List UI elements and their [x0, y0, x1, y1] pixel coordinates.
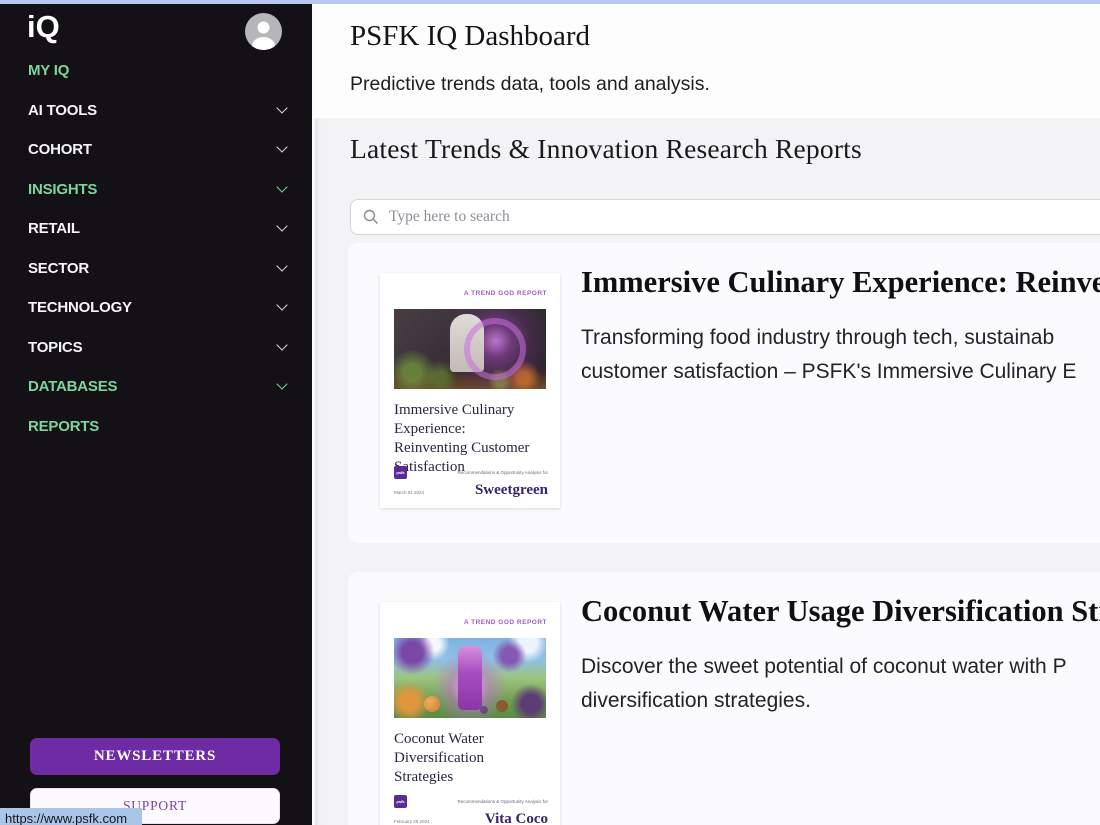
sidebar-item-topics[interactable]: TOPICS [28, 328, 288, 368]
report-cover-thumbnail: A TREND GOD REPORT Coconut Water Diversi… [380, 602, 560, 825]
cover-date: February 29 2024 [394, 819, 430, 824]
cover-kicker: A TREND GOD REPORT [463, 619, 547, 626]
sidebar-item-databases[interactable]: DATABASES [28, 367, 288, 407]
report-description-line: customer satisfaction – PSFK's Immersive… [581, 360, 1077, 383]
sidebar-item-label: REPORTS [28, 417, 100, 435]
sidebar-nav: MY IQ AI TOOLS COHORT INSIGHTS RETAIL SE… [28, 51, 288, 447]
sidebar-item-label: RETAIL [28, 220, 80, 238]
avatar[interactable] [245, 13, 282, 50]
sidebar-item-my-iq[interactable]: MY IQ [28, 51, 286, 91]
sidebar-item-label: DATABASES [28, 378, 118, 396]
sidebar-item-technology[interactable]: TECHNOLOGY [28, 288, 288, 328]
browser-status-url: https://www.psfk.com [0, 808, 142, 825]
chevron-down-icon [276, 378, 288, 390]
sidebar-item-label: INSIGHTS [28, 180, 98, 198]
chevron-down-icon [276, 181, 288, 193]
cover-title: Immersive Culinary Experience: Reinventi… [394, 402, 530, 475]
chevron-down-icon [276, 299, 288, 311]
sidebar-item-label: SECTOR [28, 259, 90, 277]
report-description-line: Transforming food industry through tech,… [581, 326, 1055, 349]
page-header: PSFK IQ Dashboard Predictive trends data… [312, 4, 1100, 118]
cover-brand: Sweetgreen [474, 482, 548, 498]
psfk-logo-mark: psfk [394, 795, 407, 808]
sidebar-item-ai-tools[interactable]: AI TOOLS [28, 91, 288, 131]
report-description-line: Discover the sweet potential of coconut … [581, 655, 1067, 678]
sidebar: iQ MY IQ AI TOOLS COHORT INSIGHTS RETAIL… [0, 4, 312, 825]
cover-brand: Vita Coco [484, 811, 548, 825]
chevron-down-icon [276, 220, 288, 232]
cover-prepared-for: Recommendations & Opportunity Analysis f… [457, 799, 548, 804]
sidebar-item-sector[interactable]: SECTOR [28, 249, 288, 289]
sidebar-item-label: AI TOOLS [28, 101, 97, 119]
report-description: Transforming food industry through tech,… [581, 321, 1076, 389]
sidebar-item-label: TOPICS [28, 338, 83, 356]
chevron-down-icon [276, 260, 288, 272]
sidebar-item-insights[interactable]: INSIGHTS [28, 170, 288, 210]
reports-section: Latest Trends & Innovation Research Repo… [312, 118, 1100, 825]
search-input[interactable] [387, 200, 1100, 234]
chevron-down-icon [276, 141, 288, 153]
report-card[interactable]: A TREND GOD REPORT Coconut Water Diversi… [348, 572, 1100, 825]
sidebar-item-label: COHORT [28, 141, 92, 159]
page-subtitle: Predictive trends data, tools and analys… [350, 73, 710, 95]
search-icon [363, 209, 378, 224]
sidebar-item-retail[interactable]: RETAIL [28, 209, 288, 249]
cover-art-image [394, 638, 546, 718]
chevron-down-icon [276, 339, 288, 351]
chevron-down-icon [276, 102, 288, 114]
sidebar-item-label: TECHNOLOGY [28, 299, 132, 317]
sidebar-item-label: MY IQ [28, 62, 70, 80]
cover-prepared-for: Recommendations & Opportunity Analysis f… [457, 470, 548, 475]
report-title: Coconut Water Usage Diversification Stra… [581, 594, 1100, 628]
user-avatar-icon [245, 13, 282, 50]
sidebar-item-reports[interactable]: REPORTS [28, 407, 286, 447]
report-description: Discover the sweet potential of coconut … [581, 650, 1067, 718]
psfk-logo-mark: psfk [394, 466, 407, 479]
report-title: Immersive Culinary Experience: Reinventi… [581, 265, 1100, 299]
cover-kicker: A TREND GOD REPORT [463, 290, 547, 297]
page-title: PSFK IQ Dashboard [350, 20, 591, 52]
app-frame: iQ MY IQ AI TOOLS COHORT INSIGHTS RETAIL… [0, 0, 1100, 825]
cover-title: Coconut Water Diversification Strategies [394, 731, 484, 785]
iq-logo[interactable]: iQ [27, 9, 60, 45]
cover-date: March 01 2024 [394, 490, 425, 495]
cover-art-image [394, 309, 546, 389]
search-bar [350, 199, 1100, 235]
report-cover-thumbnail: A TREND GOD REPORT Immersive Culinary Ex… [380, 273, 560, 508]
sidebar-item-cohort[interactable]: COHORT [28, 130, 288, 170]
report-description-line: diversification strategies. [581, 689, 811, 712]
report-card[interactable]: A TREND GOD REPORT Immersive Culinary Ex… [348, 243, 1100, 543]
newsletters-button[interactable]: NEWSLETTERS [30, 738, 280, 775]
section-heading: Latest Trends & Innovation Research Repo… [350, 133, 862, 164]
